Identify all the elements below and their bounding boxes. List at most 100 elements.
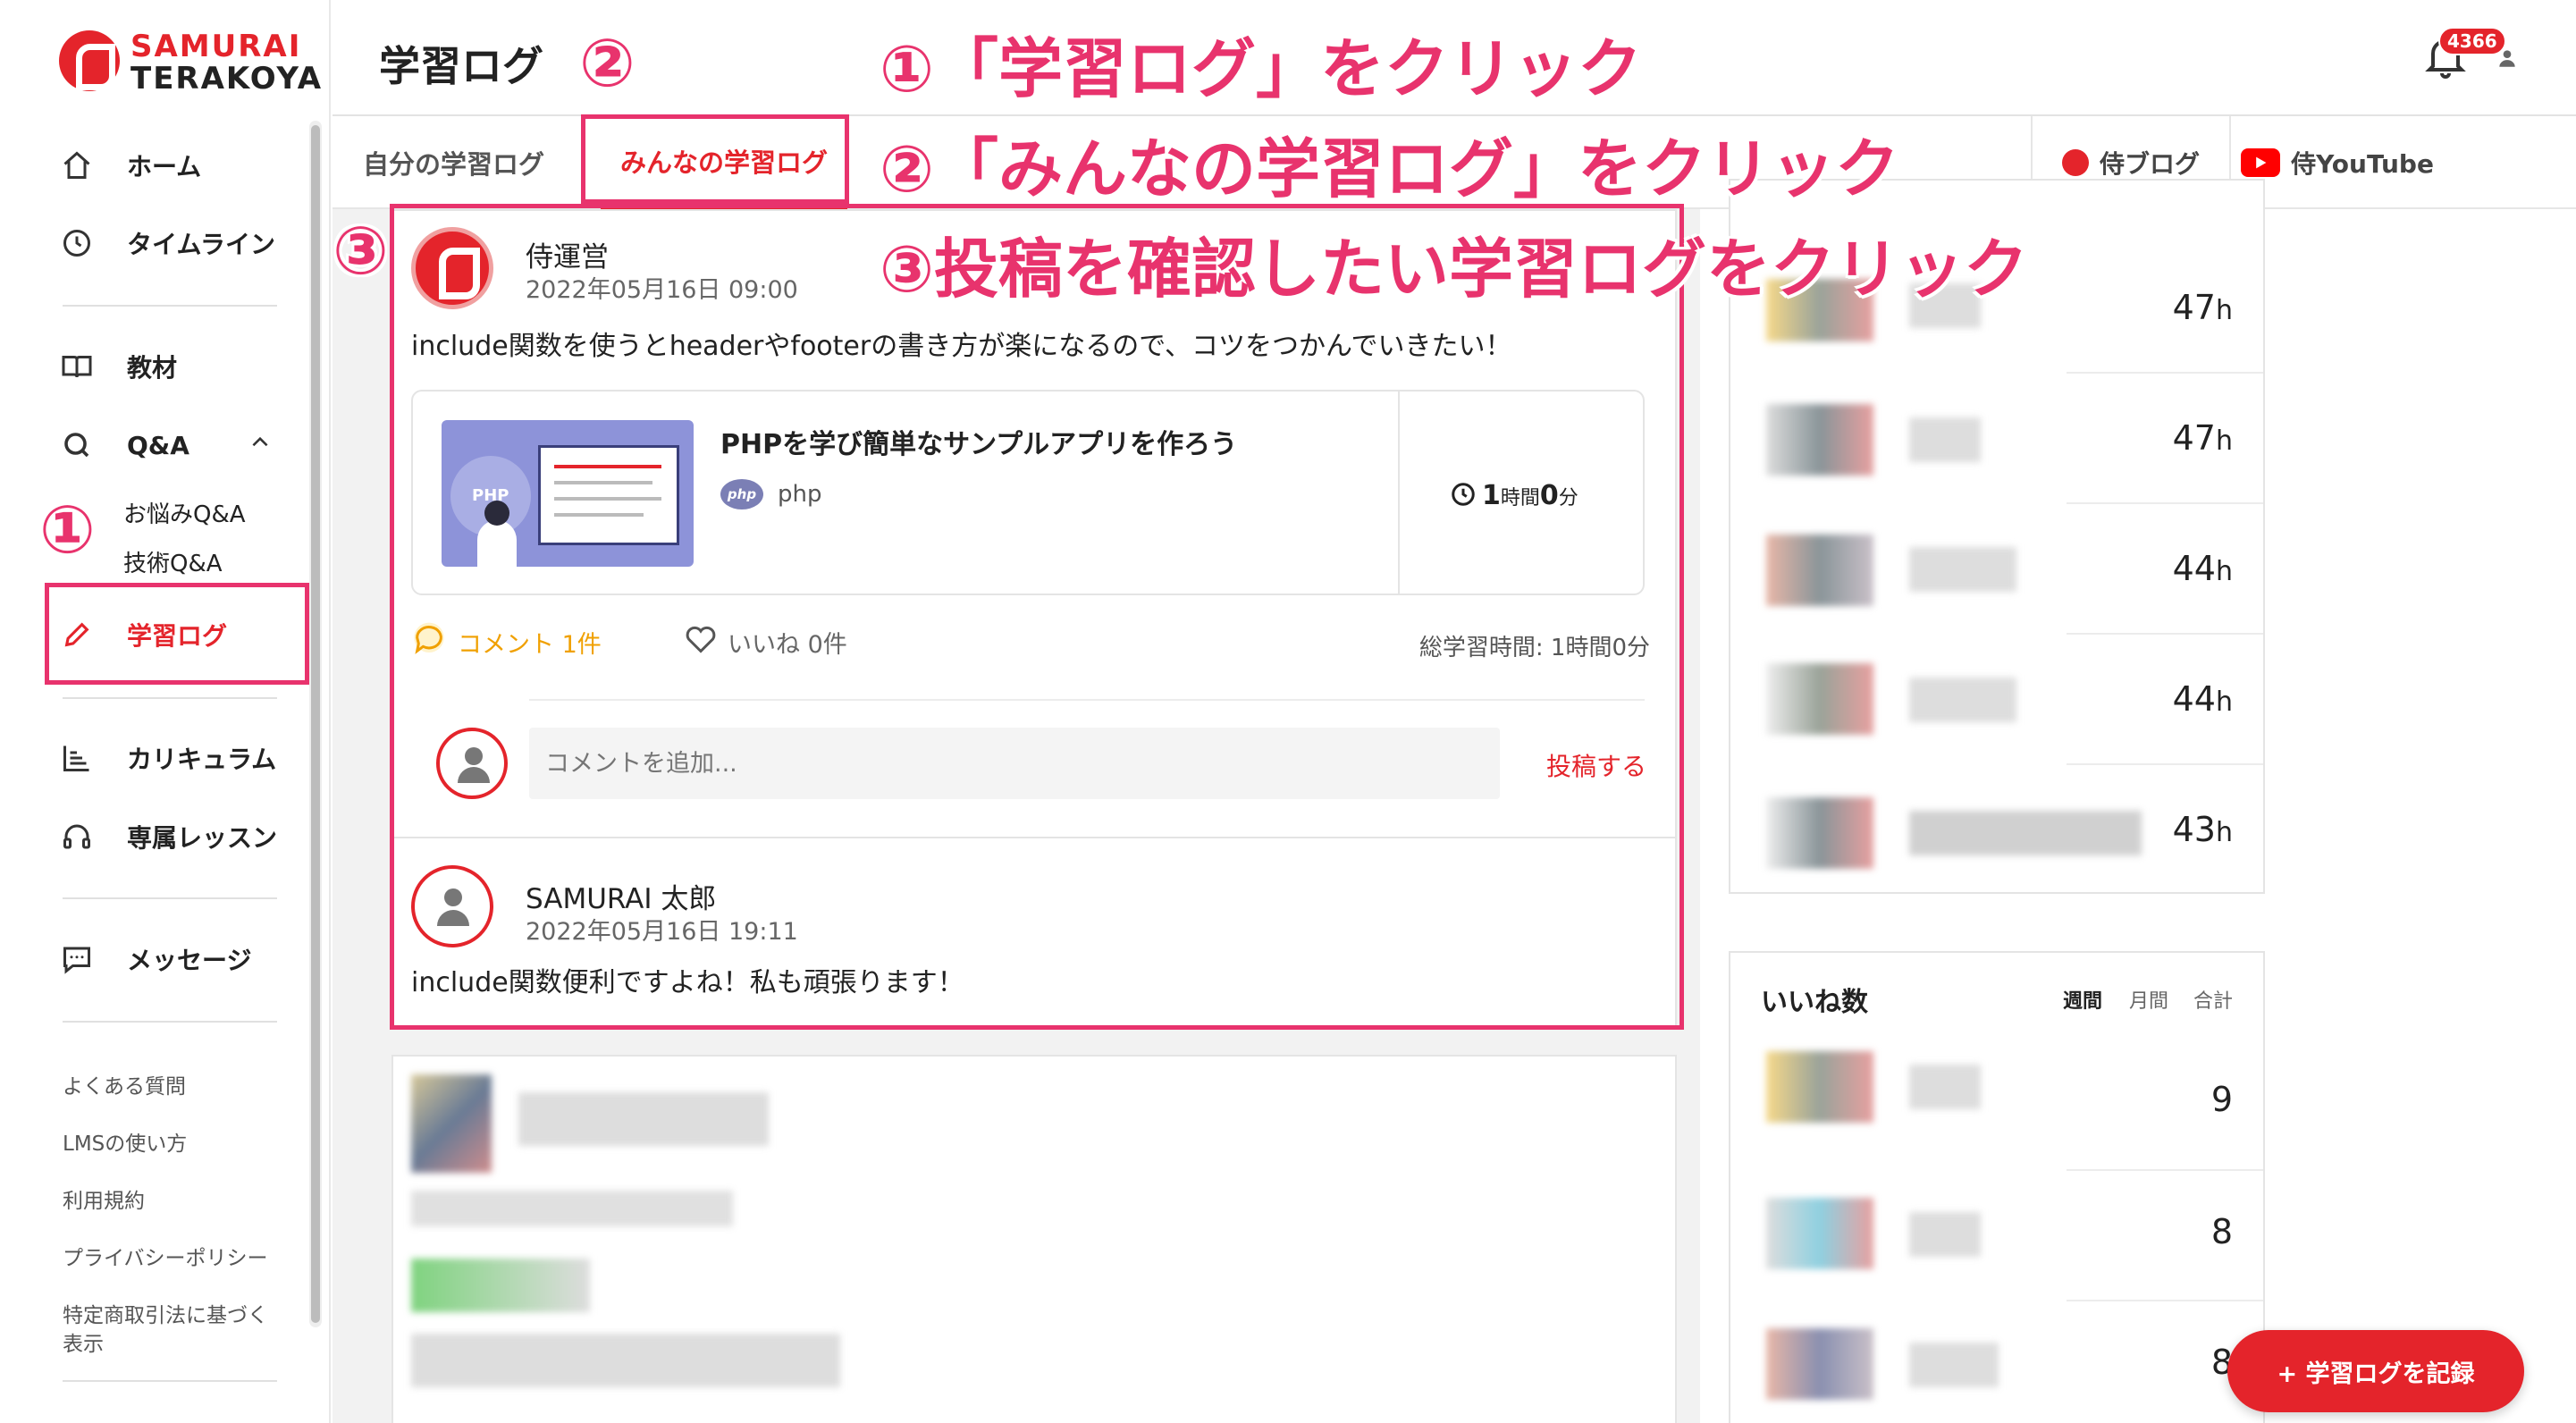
ranking-hours-number: 47	[2172, 418, 2216, 458]
filter-weekly[interactable]: 週間	[2063, 985, 2102, 1014]
ranking-divider	[2067, 372, 2263, 374]
filter-monthly[interactable]: 月間	[2129, 985, 2168, 1014]
sidebar: SAMURAI TERAKOYA ホーム タイムライン 教材 Q&A お悩みQ&…	[0, 0, 331, 1423]
sidebar-item-messages[interactable]: メッセージ	[59, 932, 251, 986]
ranking-user	[1909, 1343, 1999, 1387]
footer-link-lms-guide[interactable]: LMSの使い方	[63, 1126, 187, 1157]
sidebar-item-timeline[interactable]: タイムライン	[59, 216, 275, 270]
page-title: 学習ログ	[379, 42, 543, 90]
sidebar-item-label: 専属レッスン	[127, 823, 278, 853]
ranking-hours-value: 43h	[2173, 810, 2233, 849]
footer-link-terms[interactable]: 利用規約	[63, 1183, 145, 1214]
footer-link-commerce-law-cont[interactable]: 表示	[63, 1326, 104, 1357]
youtube-icon	[2241, 148, 2281, 177]
sidebar-item-materials[interactable]: 教材	[59, 340, 177, 393]
likes-ranking-card: いいね数 週間 月間 合計 9 8 8	[1729, 951, 2265, 1423]
footer-link-faq[interactable]: よくある質問	[63, 1069, 186, 1099]
ranking-divider	[2067, 1169, 2263, 1171]
chevron-up-icon[interactable]	[248, 431, 272, 460]
ranking-divider	[2067, 502, 2263, 504]
sidebar-scrollbar-thumb[interactable]	[311, 125, 320, 1323]
ranking-hours-value: 47h	[2173, 418, 2233, 458]
ranking-user	[1909, 1212, 1981, 1257]
ranking-user	[1766, 1198, 1873, 1269]
sidebar-divider	[63, 305, 277, 307]
ranking-user	[1909, 678, 2016, 722]
ranking-hours-number: 47	[2172, 288, 2216, 327]
sidebar-item-curriculum[interactable]: カリキュラム	[59, 731, 276, 785]
annotation-box-learning-log	[45, 583, 309, 685]
ranking-user	[1766, 1051, 1873, 1123]
sidebar-item-label: タイムライン	[127, 230, 276, 259]
annotation-number-1: ①	[39, 492, 96, 568]
sidebar-divider	[63, 1380, 277, 1382]
sidebar-item-qa[interactable]: Q&A	[59, 418, 272, 472]
footer-link-commerce-law[interactable]: 特定商取引法に基づく	[63, 1298, 268, 1328]
samurai-terakoya-logo[interactable]: SAMURAI TERAKOYA	[59, 27, 321, 97]
chart-icon	[59, 740, 95, 776]
ranking-hours-unit: h	[2215, 817, 2233, 848]
record-learning-log-button[interactable]: + 学習ログを記録	[2227, 1330, 2524, 1412]
annotation-number-3: ③	[333, 213, 389, 290]
blurred-text	[411, 1334, 840, 1387]
sidebar-divider	[63, 1021, 277, 1023]
annotation-step-3: ③投稿を確認したい学習ログをクリック	[880, 232, 2028, 307]
ranking-user	[1909, 547, 2016, 592]
ranking-hours-number: 44	[2172, 679, 2216, 719]
annotation-box-everyone-tab	[581, 114, 849, 204]
likes-ranking-value: 8	[2210, 1212, 2233, 1251]
sidebar-item-home[interactable]: ホーム	[59, 139, 201, 192]
book-icon	[59, 349, 95, 384]
sidebar-subitem-tech-qa[interactable]: 技術Q&A	[123, 545, 223, 578]
ranking-hours-value: 44h	[2173, 549, 2233, 588]
ranking-hours-number: 44	[2172, 549, 2216, 588]
likes-ranking-title: いいね数	[1761, 987, 1868, 1018]
ranking-hours-unit: h	[2215, 425, 2233, 457]
sidebar-item-label: カリキュラム	[127, 745, 277, 774]
ranking-user	[1909, 811, 2142, 855]
ranking-divider	[2067, 763, 2263, 765]
blurred-avatar	[411, 1074, 492, 1173]
ranking-hours-value: 44h	[2173, 679, 2233, 719]
learning-log-post-card-blurred[interactable]	[391, 1055, 1677, 1423]
logo-line2: TERAKOYA	[130, 61, 324, 97]
clock-icon	[59, 225, 95, 261]
ranking-user	[1766, 404, 1873, 476]
logo-line1: SAMURAI	[130, 29, 302, 64]
samurai-logo-icon	[59, 30, 120, 91]
samurai-youtube-label: 侍YouTube	[2291, 149, 2434, 179]
ranking-user	[1909, 1065, 1981, 1109]
sidebar-item-label: Q&A	[127, 430, 189, 460]
ranking-user	[1766, 535, 1873, 606]
sidebar-item-label: ホーム	[127, 152, 202, 181]
blurred-text	[411, 1191, 733, 1226]
sidebar-item-private-lesson[interactable]: 専属レッスン	[59, 810, 277, 863]
ranking-user	[1766, 797, 1873, 869]
ranking-hours-unit: h	[2215, 556, 2233, 587]
headset-icon	[59, 819, 95, 855]
ranking-divider	[2067, 633, 2263, 635]
ranking-hours-value: 47h	[2173, 288, 2233, 327]
annotation-number-2: ②	[579, 25, 636, 102]
sidebar-subitem-worries-qa[interactable]: お悩みQ&A	[123, 496, 246, 529]
samurai-blog-label: 侍ブログ	[2099, 149, 2200, 179]
annotation-step-2: ②「みんなの学習ログ」をクリック	[880, 131, 1899, 206]
sidebar-item-label: メッセージ	[127, 946, 252, 975]
ranking-hours-number: 43	[2172, 810, 2216, 849]
blurred-text	[518, 1092, 769, 1146]
ranking-user	[1909, 417, 1981, 462]
tab-my-learning-log[interactable]: 自分の学習ログ	[363, 116, 544, 209]
sidebar-divider	[63, 897, 277, 899]
ranking-hours-unit: h	[2215, 686, 2233, 718]
likes-ranking-value: 9	[2210, 1080, 2233, 1119]
filter-total[interactable]: 合計	[2193, 985, 2233, 1014]
footer-link-privacy[interactable]: プライバシーポリシー	[63, 1241, 268, 1271]
user-menu-icon[interactable]	[2496, 46, 2519, 73]
samurai-logo-icon	[2061, 149, 2089, 176]
ranking-divider	[2067, 1300, 2263, 1301]
sidebar-item-label: 教材	[127, 353, 178, 383]
ranking-hours-unit: h	[2215, 295, 2233, 326]
chat-icon	[59, 941, 95, 977]
home-icon	[59, 147, 95, 183]
ranking-user	[1766, 1328, 1873, 1400]
